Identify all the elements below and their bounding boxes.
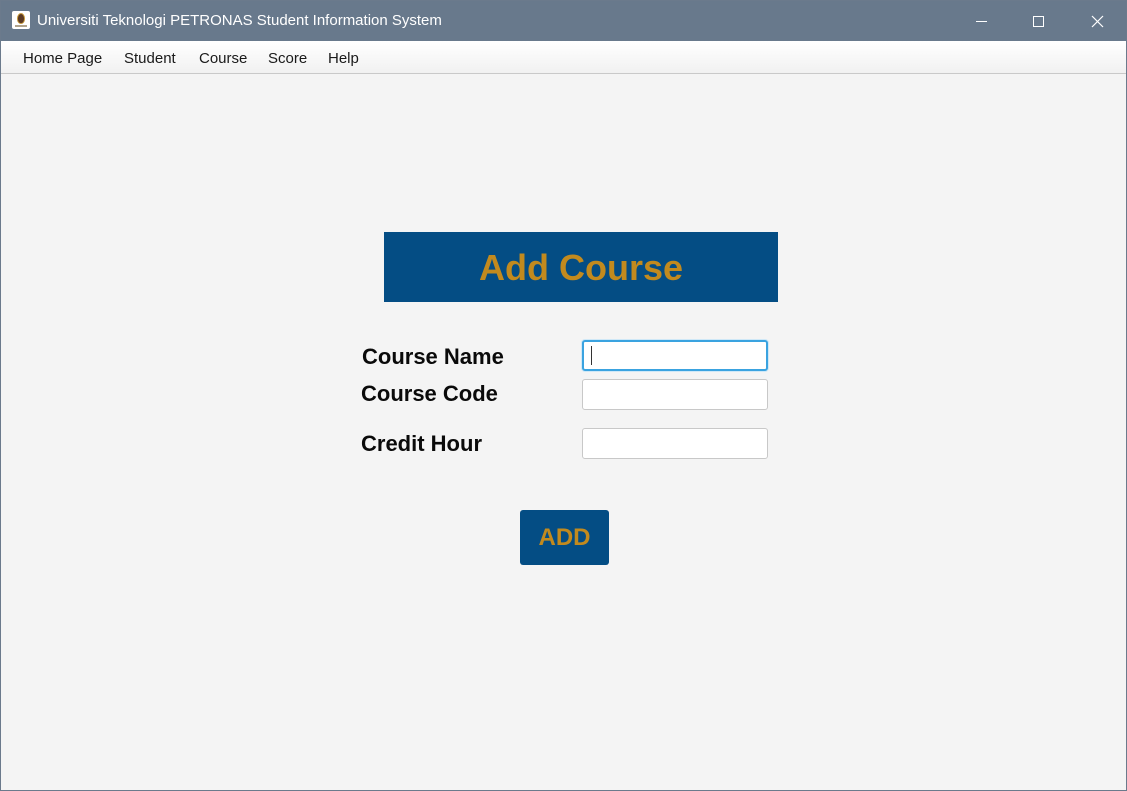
maximize-icon [1033,16,1044,27]
course-code-label: Course Code [361,381,498,406]
menu-item-home-page[interactable]: Home Page [23,50,102,68]
minimize-icon [976,21,987,22]
add-course-button[interactable]: ADD [520,510,609,565]
menu-bar: Home Page Student Course Score Help [1,41,1126,74]
maximize-button[interactable] [1010,1,1068,41]
minimize-button[interactable] [952,1,1010,41]
menu-item-student[interactable]: Student [124,50,176,68]
menu-item-help[interactable]: Help [328,50,359,68]
course-name-label: Course Name [362,344,504,369]
close-button[interactable] [1068,1,1126,41]
window-title: Universiti Teknologi PETRONAS Student In… [37,12,442,29]
menu-item-score[interactable]: Score [268,50,307,68]
app-window: Universiti Teknologi PETRONAS Student In… [0,0,1127,791]
app-logo-icon [12,11,30,29]
course-name-input[interactable] [582,340,768,371]
page-title: Add Course [478,247,683,288]
add-button-label: ADD [538,524,591,551]
credit-hour-label: Credit Hour [361,431,482,456]
menu-item-course[interactable]: Course [199,50,247,68]
page-title-banner: Add Course [384,232,778,302]
text-caret [591,346,592,365]
title-bar[interactable]: Universiti Teknologi PETRONAS Student In… [1,1,1126,41]
close-icon [1091,15,1104,28]
course-code-input[interactable] [582,379,768,410]
credit-hour-input[interactable] [582,428,768,459]
